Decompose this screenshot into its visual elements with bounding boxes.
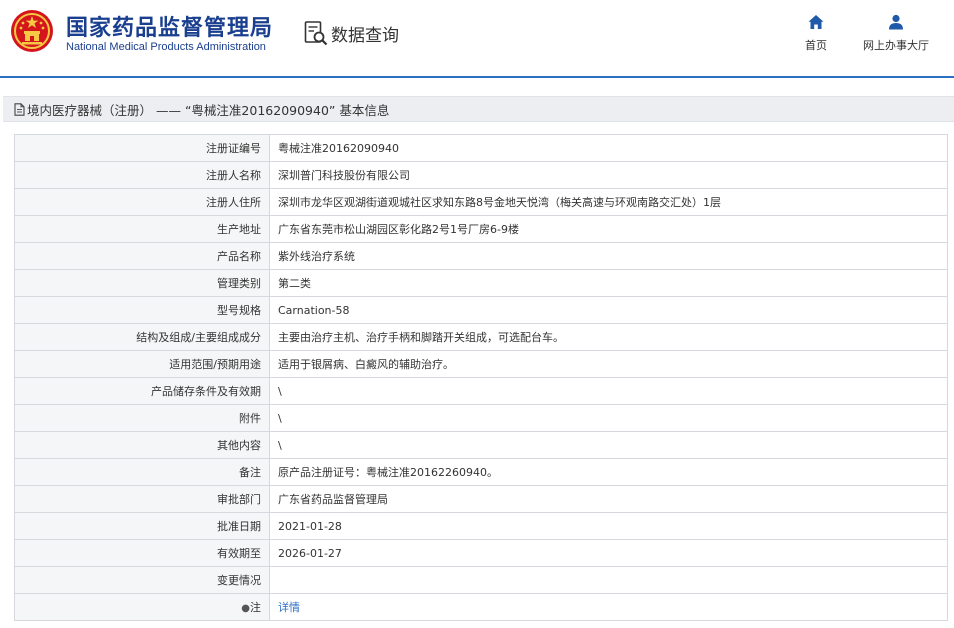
data-query-label: 数据查询 (331, 25, 399, 46)
section-title-bar: 境内医疗器械（注册） —— “粤械注准20162090940” 基本信息 (3, 96, 954, 122)
info-row-label: 其他内容 (14, 431, 270, 459)
info-row-value: 深圳普门科技股份有限公司 (269, 161, 948, 189)
info-row: 批准日期 2021-01-28 (14, 512, 948, 540)
info-row: 注册人名称 深圳普门科技股份有限公司 (14, 161, 948, 189)
info-row: 注册证编号 粤械注准20162090940 (14, 134, 948, 162)
agency-name-en: National Medical Products Administration (66, 41, 266, 53)
info-row: 注册人住所 深圳市龙华区观湖街道观城社区求知东路8号金地天悦湾（梅关高速与环观南路… (14, 188, 948, 216)
info-row-label: 变更情况 (14, 566, 270, 594)
info-row-value: Carnation-58 (269, 296, 948, 324)
document-icon (14, 102, 25, 116)
info-row: 结构及组成/主要组成成分 主要由治疗主机、治疗手柄和脚踏开关组成，可选配台车。 (14, 323, 948, 351)
details-link[interactable]: 详情 (278, 601, 300, 614)
nav-home[interactable]: 首页 (796, 14, 836, 56)
info-row-label: 注册人名称 (14, 161, 270, 189)
info-row: 审批部门 广东省药品监督管理局 (14, 485, 948, 513)
info-row: 备注 原产品注册证号：粤械注准20162260940。 (14, 458, 948, 486)
info-row-label: 审批部门 (14, 485, 270, 513)
info-row-value: \ (269, 431, 948, 459)
info-row-label: 产品名称 (14, 242, 270, 270)
search-document-icon (304, 21, 328, 46)
info-row-value: 广东省药品监督管理局 (269, 485, 948, 513)
registration-info-table: 注册证编号 粤械注准20162090940 注册人名称 深圳普门科技股份有限公司 注册人… (14, 134, 948, 621)
info-row: 其他内容 \ (14, 431, 948, 459)
info-row-value: 2021-01-28 (269, 512, 948, 540)
info-row-label: 结构及组成/主要组成成分 (14, 323, 270, 351)
note-row-value: 详情 (269, 593, 948, 621)
nav-home-label: 首页 (805, 39, 827, 52)
info-row: 变更情况 (14, 566, 948, 594)
info-row-value: \ (269, 404, 948, 432)
national-emblem-logo (11, 10, 53, 52)
info-row: 产品名称 紫外线治疗系统 (14, 242, 948, 270)
info-row-label: 注册人住所 (14, 188, 270, 216)
info-row-label: 管理类别 (14, 269, 270, 297)
info-row-value: 原产品注册证号：粤械注准20162260940。 (269, 458, 948, 486)
info-row-value: 紫外线治疗系统 (269, 242, 948, 270)
info-row-value: 广东省东莞市松山湖园区彰化路2号1号厂房6-9楼 (269, 215, 948, 243)
data-query-link[interactable]: 数据查询 (304, 20, 399, 46)
info-row-label: 备注 (14, 458, 270, 486)
info-row-value: 适用于银屑病、白癜风的辅助治疗。 (269, 350, 948, 378)
nav-online-service-hall-label: 网上办事大厅 (863, 39, 929, 52)
info-row-value (269, 566, 948, 594)
info-row-label: 附件 (14, 404, 270, 432)
info-row: 产品储存条件及有效期 \ (14, 377, 948, 405)
info-row-value: 粤械注准20162090940 (269, 134, 948, 162)
info-row: 有效期至 2026-01-27 (14, 539, 948, 567)
site-header: 国家药品监督管理局 National Medical Products Admi… (0, 0, 954, 78)
agency-name-cn: 国家药品监督管理局 (66, 16, 274, 41)
registration-info-body: 注册证编号 粤械注准20162090940 注册人名称 深圳普门科技股份有限公司 注册人… (14, 134, 948, 621)
nav-online-service-hall[interactable]: 网上办事大厅 (858, 14, 934, 56)
info-row-value: 深圳市龙华区观湖街道观城社区求知东路8号金地天悦湾（梅关高速与环观南路交汇处）1… (269, 188, 948, 216)
info-row-value: 主要由治疗主机、治疗手柄和脚踏开关组成，可选配台车。 (269, 323, 948, 351)
info-row-label: 注册证编号 (14, 134, 270, 162)
info-row: 附件 \ (14, 404, 948, 432)
note-row: ●注 详情 (14, 593, 948, 621)
section-title: 境内医疗器械（注册） —— “粤械注准20162090940” 基本信息 (27, 102, 390, 118)
info-row-value: \ (269, 377, 948, 405)
info-row: 管理类别 第二类 (14, 269, 948, 297)
info-row: 生产地址 广东省东莞市松山湖园区彰化路2号1号厂房6-9楼 (14, 215, 948, 243)
info-row-label: 有效期至 (14, 539, 270, 567)
info-row-label: 生产地址 (14, 215, 270, 243)
info-row: 型号规格 Carnation-58 (14, 296, 948, 324)
info-row: 适用范围/预期用途 适用于银屑病、白癜风的辅助治疗。 (14, 350, 948, 378)
note-row-label: ●注 (14, 593, 270, 621)
info-row-value: 2026-01-27 (269, 539, 948, 567)
info-row-value: 第二类 (269, 269, 948, 297)
pin-icon: ● (241, 603, 250, 614)
user-icon (889, 14, 903, 30)
note-label-text: 注 (250, 601, 261, 614)
info-row-label: 适用范围/预期用途 (14, 350, 270, 378)
info-row-label: 型号规格 (14, 296, 270, 324)
info-row-label: 批准日期 (14, 512, 270, 540)
info-row-label: 产品储存条件及有效期 (14, 377, 270, 405)
home-icon (808, 15, 824, 29)
